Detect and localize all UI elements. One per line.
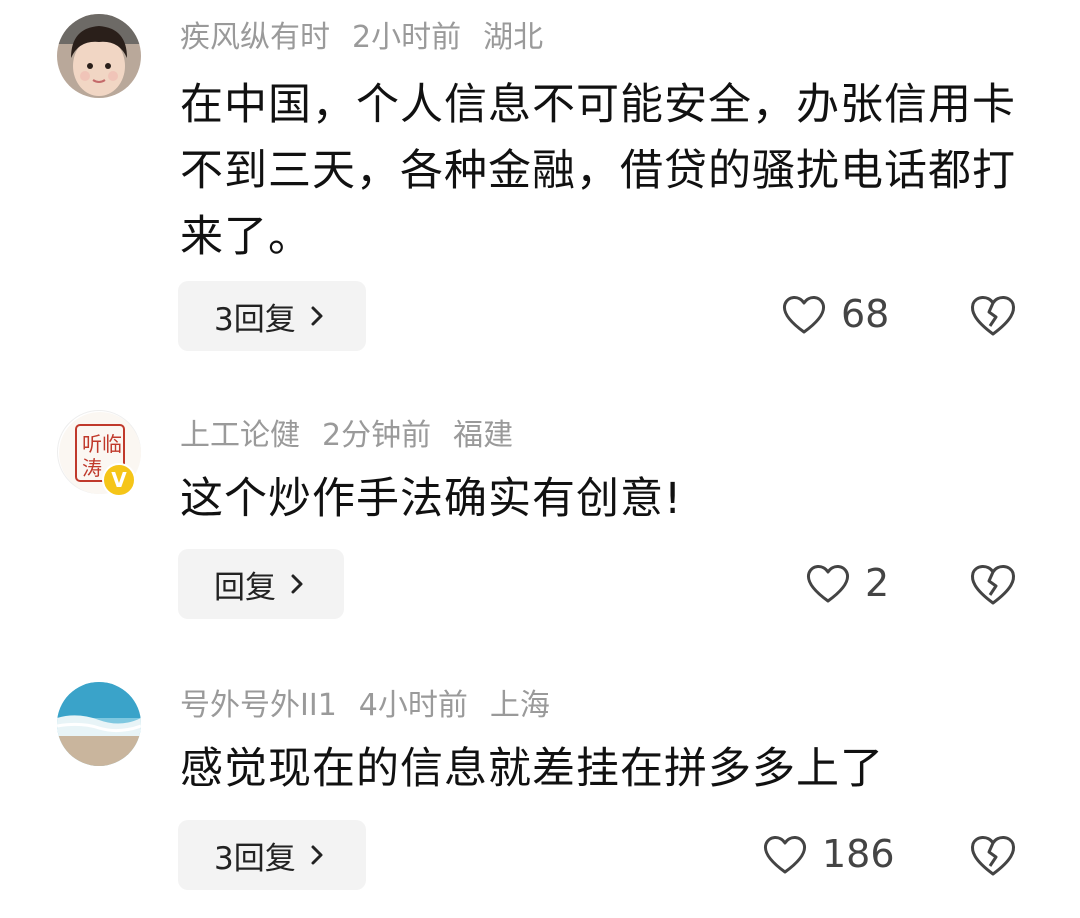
location: 湖北	[483, 20, 544, 55]
location: 福建	[453, 418, 514, 453]
reply-label: 3回复	[214, 301, 296, 338]
svg-text:涛: 涛	[82, 456, 102, 480]
heart-outline-icon	[783, 296, 825, 334]
reply-button[interactable]: 3回复	[178, 281, 366, 351]
comment-text: 感觉现在的信息就差挂在拼多多上了	[180, 744, 884, 794]
like-button[interactable]: 186	[762, 832, 895, 876]
comment-meta: 疾风纵有时 2小时前 湖北	[180, 18, 565, 58]
broken-heart-icon[interactable]	[968, 292, 1018, 338]
comment-meta: 号外号外II1 4小时前 上海	[180, 686, 572, 726]
reply-button[interactable]: 回复	[178, 549, 344, 619]
avatar[interactable]	[57, 682, 141, 766]
avatar[interactable]	[57, 14, 141, 98]
timestamp: 2小时前	[352, 20, 462, 55]
timestamp: 4小时前	[358, 688, 468, 723]
broken-heart-icon[interactable]	[968, 561, 1018, 607]
heart-outline-icon	[764, 836, 806, 874]
reply-button[interactable]: 3回复	[178, 820, 366, 890]
chevron-right-icon	[291, 574, 303, 594]
comment-text: 这个炒作手法确实有创意!	[180, 474, 683, 524]
svg-text:临: 临	[102, 432, 122, 456]
like-count: 68	[841, 292, 890, 336]
location: 上海	[489, 688, 550, 723]
timestamp: 2分钟前	[322, 418, 432, 453]
comment-meta: 上工论健 2分钟前 福建	[180, 416, 535, 456]
like-button[interactable]: 2	[805, 561, 889, 605]
reply-label: 3回复	[214, 840, 296, 877]
avatar[interactable]: 听 临 涛 V	[57, 410, 141, 497]
heart-outline-icon	[807, 565, 849, 603]
chevron-right-icon	[311, 845, 323, 865]
reply-label: 回复	[214, 569, 276, 606]
like-button[interactable]: 68	[781, 292, 889, 336]
username[interactable]: 上工论健	[180, 418, 300, 453]
seal-text: 听	[82, 432, 102, 456]
broken-heart-icon[interactable]	[968, 832, 1018, 878]
verified-badge: V	[102, 463, 136, 497]
username[interactable]: 疾风纵有时	[180, 20, 330, 55]
chevron-right-icon	[311, 306, 323, 326]
like-count: 2	[865, 561, 890, 605]
comment-text: 在中国，个人信息不可能安全，办张信用卡不到三天，各种金融，借贷的骚扰电话都打来了…	[180, 80, 1016, 262]
like-count: 186	[822, 832, 895, 876]
username[interactable]: 号外号外II1	[180, 688, 337, 723]
